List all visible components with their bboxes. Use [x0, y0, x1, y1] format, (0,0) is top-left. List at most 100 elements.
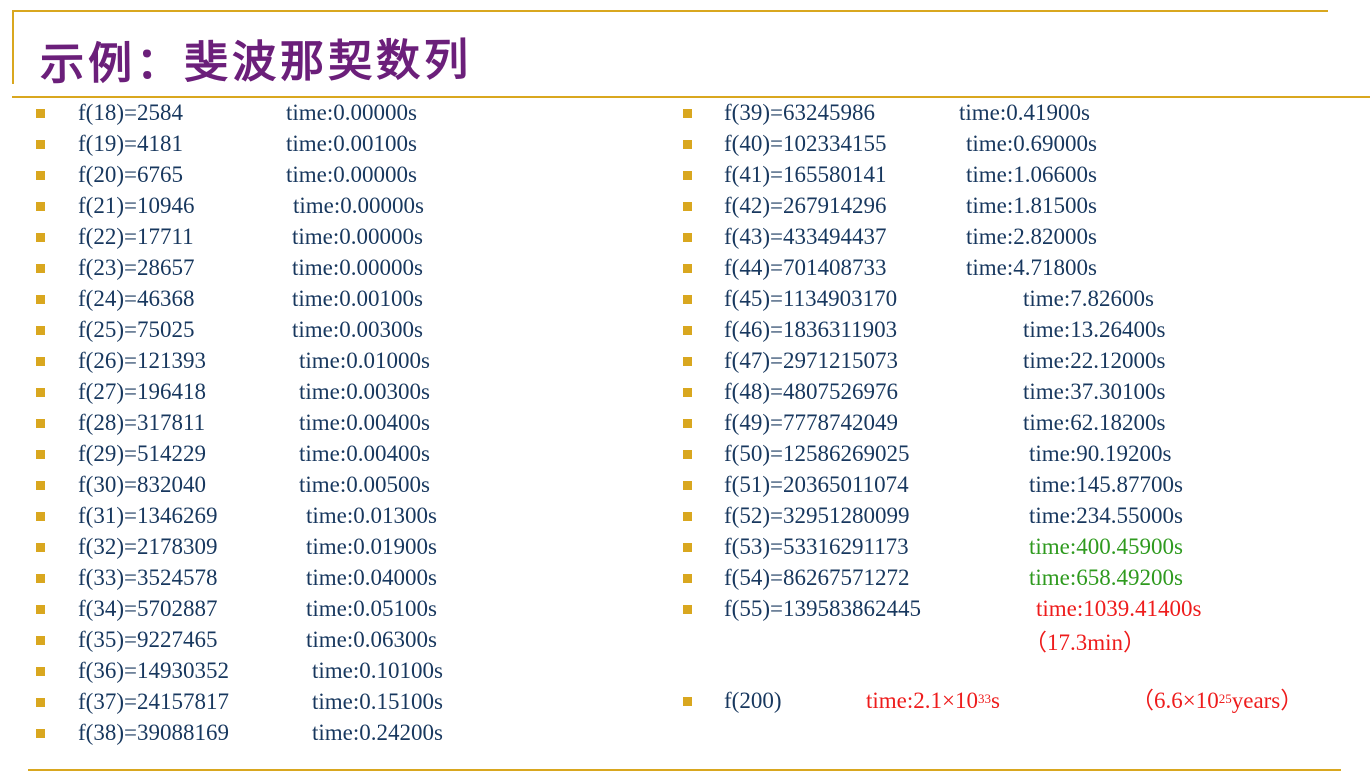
bullet-square-icon	[36, 109, 45, 118]
fib-time: time:13.26400s	[1023, 317, 1166, 342]
fib-value: f(45)=1134903170	[724, 286, 898, 311]
bullet-square-icon	[683, 388, 692, 397]
bullet-square-icon	[36, 636, 45, 645]
fib-value: f(50)=12586269025	[724, 441, 910, 466]
bullet-square-icon	[36, 729, 45, 738]
fib-value: f(47)=2971215073	[724, 348, 898, 373]
fib-value: f(46)=1836311903	[724, 317, 898, 342]
bullet-square-icon	[36, 140, 45, 149]
fib-time: time:0.04000s	[306, 565, 437, 590]
fib-value: f(19)=4181	[78, 131, 183, 156]
bullet-square-icon	[36, 450, 45, 459]
fib-value: f(49)=7778742049	[724, 410, 898, 435]
bullet-square-icon	[683, 512, 692, 521]
fib-time: time:37.30100s	[1023, 379, 1166, 404]
fib-value: f(51)=20365011074	[724, 472, 909, 497]
slide-title: 示例：斐波那契数列	[39, 34, 473, 91]
bullet-square-icon	[683, 543, 692, 552]
fib-value: f(28)=317811	[78, 410, 206, 435]
fib-time: time:0.00000s	[286, 100, 417, 125]
fib-value: f(38)=39088169	[78, 720, 229, 745]
fib-time: time:0.00000s	[293, 193, 424, 218]
frame-left-rule	[12, 10, 14, 84]
f200-years: （6.6×1025years）	[1131, 688, 1304, 713]
fib-time: time:2.82000s	[966, 224, 1097, 249]
bullet-square-icon	[36, 698, 45, 707]
bullet-square-icon	[683, 326, 692, 335]
frame-top-rule	[12, 10, 1328, 12]
fib-time: time:0.15100s	[312, 689, 443, 714]
fib-time: time:0.01300s	[306, 503, 437, 528]
fib-time: time:0.01900s	[306, 534, 437, 559]
fib-time: time:400.45900s	[1029, 534, 1183, 559]
bullet-square-icon	[36, 481, 45, 490]
fib-value: f(32)=2178309	[78, 534, 218, 559]
bullet-square-icon	[683, 605, 692, 614]
bullet-square-icon	[36, 326, 45, 335]
bullet-square-icon	[683, 140, 692, 149]
fib-time: time:0.00000s	[292, 255, 423, 280]
title-rule	[12, 96, 1370, 98]
bullet-square-icon	[683, 450, 692, 459]
fib-time: time:658.49200s	[1029, 565, 1183, 590]
bullet-square-icon	[36, 512, 45, 521]
fib-time: time:0.00100s	[286, 131, 417, 156]
fib-value: f(52)=32951280099	[724, 503, 910, 528]
fib-value: f(43)=433494437	[724, 224, 887, 249]
fib-time: time:4.71800s	[966, 255, 1097, 280]
bullet-square-icon	[683, 295, 692, 304]
fib-value: f(37)=24157817	[78, 689, 229, 714]
fib-value: f(30)=832040	[78, 472, 206, 497]
bottom-rule	[28, 769, 1341, 771]
fib-time: time:0.10100s	[312, 658, 443, 683]
bullet-square-icon	[683, 697, 692, 706]
fib-time: time:1039.41400s	[1036, 596, 1202, 621]
bullet-square-icon	[36, 419, 45, 428]
fib-value: f(200)	[724, 688, 782, 713]
fib-time: time:0.00400s	[299, 410, 430, 435]
fib-value: f(26)=121393	[78, 348, 206, 373]
fib-value: f(54)=86267571272	[724, 565, 910, 590]
fib-value: f(29)=514229	[78, 441, 206, 466]
fib-time: time:0.00300s	[292, 317, 423, 342]
fib-value: f(48)=4807526976	[724, 379, 898, 404]
fib-time: time:0.00300s	[299, 379, 430, 404]
fib-time: time:7.82600s	[1023, 286, 1154, 311]
fib-value: f(22)=17711	[78, 224, 194, 249]
fib-time: time:0.00100s	[292, 286, 423, 311]
fib-time: time:234.55000s	[1029, 503, 1183, 528]
fib-value: f(33)=3524578	[78, 565, 218, 590]
fib-value: f(23)=28657	[78, 255, 195, 280]
fib-time: time:0.00000s	[286, 162, 417, 187]
fib-value: f(55)=139583862445	[724, 596, 921, 621]
fib-value: f(40)=102334155	[724, 131, 887, 156]
fib-time: time:22.12000s	[1023, 348, 1166, 373]
fib-time: time:0.06300s	[306, 627, 437, 652]
bullet-square-icon	[36, 667, 45, 676]
bullet-square-icon	[36, 388, 45, 397]
fib-value: f(21)=10946	[78, 193, 195, 218]
fib-value: f(44)=701408733	[724, 255, 887, 280]
fib-time: time:0.05100s	[306, 596, 437, 621]
bullet-square-icon	[683, 202, 692, 211]
fib-time: time:0.24200s	[312, 720, 443, 745]
fib-time: time:0.00500s	[299, 472, 430, 497]
bullet-square-icon	[683, 264, 692, 273]
bullet-square-icon	[36, 574, 45, 583]
fib-value: f(39)=63245986	[724, 100, 875, 125]
fib-value: f(31)=1346269	[78, 503, 218, 528]
fib-value: f(18)=2584	[78, 100, 183, 125]
fib-value: f(42)=267914296	[724, 193, 887, 218]
fib-time: time:0.00000s	[292, 224, 423, 249]
bullet-square-icon	[36, 543, 45, 552]
fib-value: f(20)=6765	[78, 162, 183, 187]
bullet-square-icon	[683, 233, 692, 242]
f55-minutes-note: （17.3min）	[1024, 630, 1147, 655]
fib-value: f(25)=75025	[78, 317, 195, 342]
bullet-square-icon	[683, 481, 692, 490]
bullet-square-icon	[683, 419, 692, 428]
bullet-square-icon	[683, 171, 692, 180]
fib-time: time:0.41900s	[959, 100, 1090, 125]
bullet-square-icon	[36, 264, 45, 273]
bullet-square-icon	[36, 357, 45, 366]
